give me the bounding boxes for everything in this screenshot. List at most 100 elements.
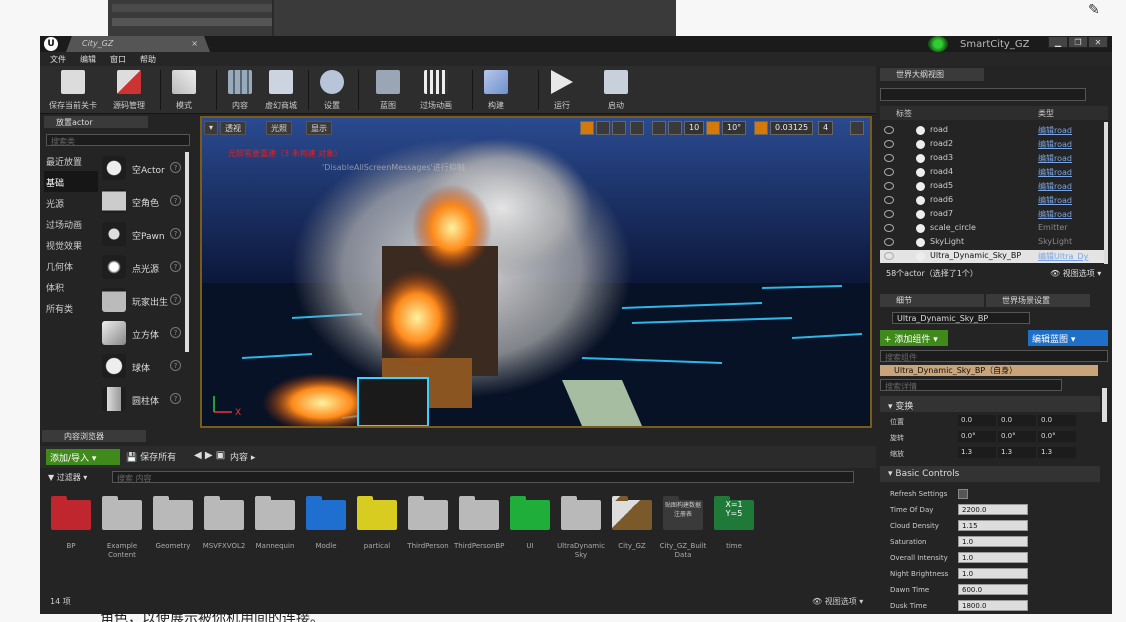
- category-geometry[interactable]: 几何体: [44, 255, 98, 276]
- level-viewport[interactable]: X ▾ 透视 光照 显示 光照需要重建（3 未构建 对象） 'DisableAl…: [200, 116, 872, 428]
- place-item[interactable]: 圆柱体?: [98, 383, 184, 416]
- visibility-eye-icon[interactable]: [884, 182, 894, 190]
- asset-item[interactable]: partical: [352, 494, 402, 574]
- property-value[interactable]: 1.0: [958, 536, 1028, 547]
- outliner-row[interactable]: scale_circle Emitter: [880, 222, 1106, 235]
- asset-item[interactable]: ThirdPerson: [403, 494, 453, 574]
- source-control-button[interactable]: 源码管理: [104, 68, 154, 112]
- actor-type[interactable]: 编辑road: [1038, 139, 1072, 150]
- place-item[interactable]: 立方体?: [98, 317, 184, 350]
- help-icon[interactable]: ?: [170, 327, 181, 338]
- visibility-eye-icon[interactable]: [884, 196, 894, 204]
- level-tab[interactable]: City_GZ ×: [66, 36, 210, 52]
- world-local-icon[interactable]: [630, 121, 644, 135]
- visibility-eye-icon[interactable]: [884, 140, 894, 148]
- modes-button[interactable]: 模式: [164, 68, 204, 112]
- menu-file[interactable]: 文件: [50, 54, 66, 65]
- visibility-eye-icon[interactable]: [884, 210, 894, 218]
- filters-button[interactable]: ▼ 过滤器 ▾: [48, 472, 87, 483]
- details-search-input[interactable]: 搜索详情: [880, 379, 1062, 391]
- location-y[interactable]: 0.0: [998, 415, 1036, 426]
- pin-icon[interactable]: ✎: [1088, 2, 1100, 18]
- property-value[interactable]: 1.0: [958, 552, 1028, 563]
- save-all-button[interactable]: 💾 保存所有: [126, 450, 176, 463]
- outliner-row[interactable]: road3 编辑road: [880, 152, 1106, 165]
- menu-help[interactable]: 帮助: [140, 54, 156, 65]
- lit-mode-button[interactable]: 光照: [266, 121, 292, 135]
- details-scrollbar[interactable]: [1102, 388, 1107, 422]
- actor-type[interactable]: 编辑road: [1038, 153, 1072, 164]
- place-actors-tab[interactable]: 放置actor: [44, 116, 148, 128]
- visibility-eye-icon[interactable]: [884, 238, 894, 246]
- blueprint-button[interactable]: 蓝图: [368, 68, 408, 112]
- help-icon[interactable]: ?: [170, 261, 181, 272]
- rotate-tool-icon[interactable]: [596, 121, 610, 135]
- visibility-eye-icon[interactable]: [884, 154, 894, 162]
- outliner-row[interactable]: road 编辑road: [880, 124, 1106, 137]
- property-value[interactable]: 2200.0: [958, 504, 1028, 515]
- help-icon[interactable]: ?: [170, 162, 181, 173]
- grid-snap-value[interactable]: 10: [684, 121, 705, 135]
- save-level-button[interactable]: 保存当前关卡: [44, 68, 102, 112]
- content-browser-tab[interactable]: 内容浏览器: [42, 430, 146, 442]
- grid-snap-icon[interactable]: [668, 121, 682, 135]
- minimize-button[interactable]: ▁: [1048, 36, 1068, 48]
- help-icon[interactable]: ?: [170, 393, 181, 404]
- outliner-row[interactable]: Ultra_Dynamic_Sky_BP 编辑Ultra_Dy: [880, 250, 1106, 263]
- settings-button[interactable]: 设置: [312, 68, 352, 112]
- asset-item[interactable]: City_GZ: [607, 494, 657, 574]
- self-component-row[interactable]: Ultra_Dynamic_Sky_BP（自身）: [880, 365, 1098, 376]
- property-value[interactable]: 600.0: [958, 584, 1028, 595]
- component-search-input[interactable]: 搜索组件: [880, 350, 1108, 362]
- build-button[interactable]: 构建: [476, 68, 516, 112]
- place-item[interactable]: 空Pawn?: [98, 218, 184, 251]
- scale-y[interactable]: 1.3: [998, 447, 1036, 458]
- camera-speed-value[interactable]: 4: [818, 121, 834, 135]
- scale-z[interactable]: 1.3: [1038, 447, 1076, 458]
- actor-type[interactable]: 编辑road: [1038, 181, 1072, 192]
- asset-item[interactable]: ThirdPersonBP: [454, 494, 504, 574]
- outliner-row[interactable]: road7 编辑road: [880, 208, 1106, 221]
- scale-x[interactable]: 1.3: [958, 447, 996, 458]
- place-item[interactable]: 空Actor?: [98, 152, 184, 185]
- actor-name-input[interactable]: Ultra_Dynamic_Sky_BP: [892, 312, 1030, 324]
- outliner-view-options[interactable]: 👁 视图选项 ▾: [1050, 268, 1101, 279]
- property-value[interactable]: 1800.0: [958, 600, 1028, 611]
- place-item[interactable]: 玩家出生?: [98, 284, 184, 317]
- outliner-row[interactable]: road6 编辑road: [880, 194, 1106, 207]
- category-recent[interactable]: 最近放置: [44, 150, 98, 171]
- edit-blueprint-button[interactable]: 编辑蓝图 ▾: [1028, 330, 1108, 346]
- label-column-header[interactable]: 标签: [896, 108, 912, 119]
- rotation-x[interactable]: 0.0°: [958, 431, 996, 442]
- scale-snap-icon[interactable]: [754, 121, 768, 135]
- outliner-row[interactable]: SkyLight SkyLight: [880, 236, 1106, 249]
- outliner-row[interactable]: road5 编辑road: [880, 180, 1106, 193]
- history-nav-icon[interactable]: ◀ ▶ ▣: [194, 450, 225, 461]
- play-button[interactable]: 运行: [542, 68, 582, 112]
- close-window-button[interactable]: ✕: [1088, 36, 1108, 48]
- category-volumes[interactable]: 体积: [44, 276, 98, 297]
- help-icon[interactable]: ?: [170, 228, 181, 239]
- scale-snap-value[interactable]: 0.03125: [770, 121, 814, 135]
- visibility-eye-icon[interactable]: [884, 126, 894, 134]
- type-column-header[interactable]: 类型: [1038, 108, 1054, 119]
- location-x[interactable]: 0.0: [958, 415, 996, 426]
- property-value[interactable]: 1.15: [958, 520, 1028, 531]
- actor-type[interactable]: 编辑road: [1038, 167, 1072, 178]
- asset-item[interactable]: UltraDynamic Sky: [556, 494, 606, 574]
- visibility-eye-icon[interactable]: [884, 252, 894, 260]
- scale-tool-icon[interactable]: [612, 121, 626, 135]
- property-value[interactable]: 1.0: [958, 568, 1028, 579]
- content-button[interactable]: 内容: [220, 68, 260, 112]
- viewport-menu-button[interactable]: ▾: [204, 121, 219, 135]
- asset-item[interactable]: X=1 Y=5 time: [709, 494, 759, 574]
- asset-item[interactable]: MSVFXVOL2: [199, 494, 249, 574]
- asset-item[interactable]: Modle: [301, 494, 351, 574]
- refresh-checkbox[interactable]: [958, 489, 968, 499]
- outliner-search-input[interactable]: [880, 88, 1086, 101]
- world-settings-tab[interactable]: 世界场景设置: [986, 294, 1090, 307]
- path-breadcrumb[interactable]: 内容 ▸: [230, 450, 255, 463]
- maximize-viewport-icon[interactable]: [850, 121, 864, 135]
- cinematics-button[interactable]: 过场动画: [414, 68, 458, 112]
- location-z[interactable]: 0.0: [1038, 415, 1076, 426]
